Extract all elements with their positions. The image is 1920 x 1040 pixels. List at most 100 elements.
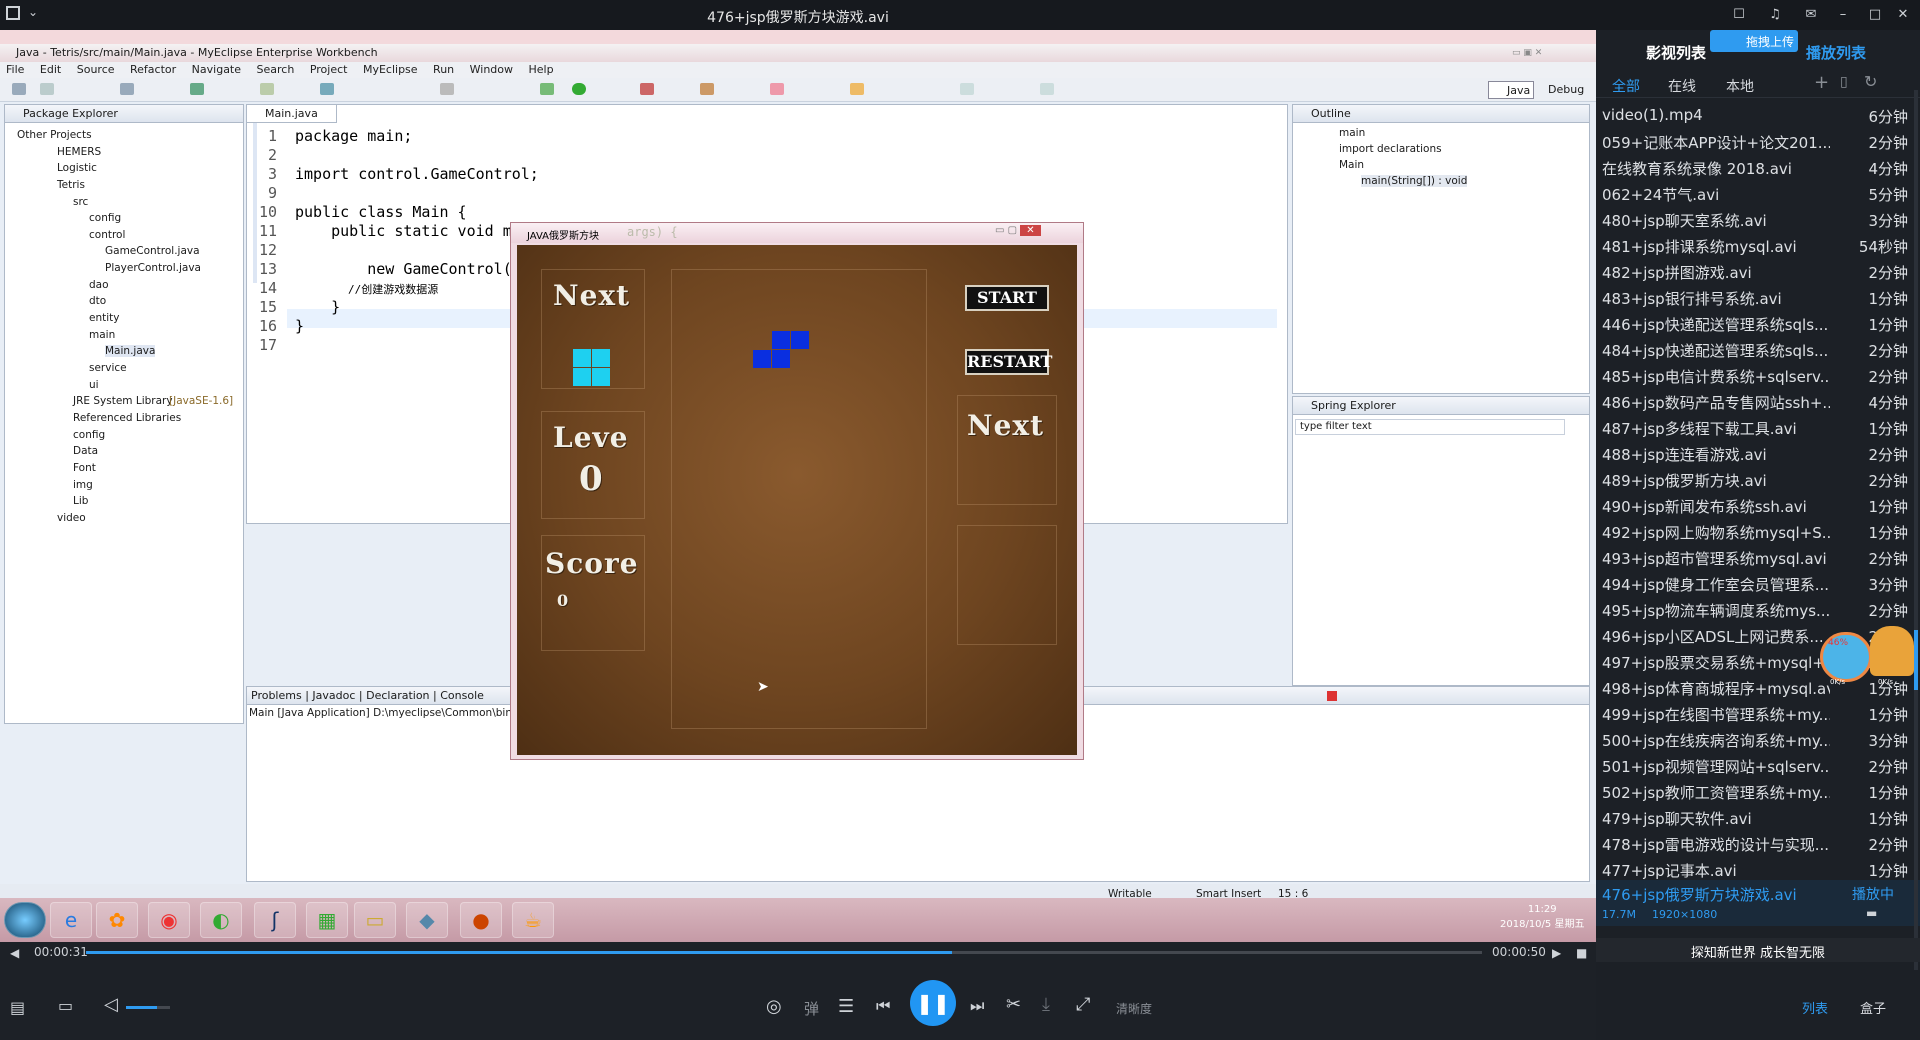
playlist-item[interactable]: 500+jsp在线疾病咨询系统+my... 3分钟 (1602, 726, 1908, 752)
bottom-tab-box[interactable]: 盒子 (1860, 998, 1886, 1017)
tree-item[interactable]: entity (89, 312, 119, 324)
chat-icon[interactable]: ☐ (1728, 4, 1750, 26)
bug-icon[interactable] (540, 83, 554, 95)
playlist-item[interactable]: 495+jsp物流车辆调度系统mys... 2分钟 (1602, 596, 1908, 622)
screenshot-icon[interactable]: ▤ (10, 998, 25, 1017)
tree-item[interactable]: Data (73, 445, 98, 457)
clarity-button[interactable]: 清晰度 (1116, 1000, 1152, 1017)
close-icon[interactable]: ✕ (1892, 4, 1914, 26)
run-icon[interactable] (572, 83, 586, 95)
tree-item[interactable]: Tetris (57, 179, 85, 191)
tree-item[interactable]: GameControl.java (105, 245, 200, 257)
tree-item[interactable]: main (89, 329, 115, 341)
tree-item[interactable]: config (73, 429, 105, 441)
rewind-icon[interactable]: ◀ (10, 946, 19, 960)
tree-item[interactable]: img (73, 479, 93, 491)
stop-icon[interactable]: ■ (1576, 946, 1587, 960)
app-icon[interactable]: ʃ (254, 902, 296, 938)
menu-edit[interactable]: Edit (40, 63, 61, 76)
spring-explorer-tab[interactable]: Spring Explorer (1293, 397, 1589, 415)
tree-item[interactable]: Font (73, 462, 96, 474)
tree-item[interactable]: src (73, 196, 88, 208)
eclipse-window-controls[interactable]: ▭ ▣ ✕ (1512, 48, 1582, 58)
scrollbar-thumb[interactable] (1914, 630, 1918, 690)
tab-javadoc[interactable]: Javadoc (312, 689, 355, 702)
playlist-scrollbar[interactable] (1914, 90, 1918, 970)
debug-icon[interactable] (190, 83, 204, 95)
playlist-item[interactable]: 479+jsp聊天软件.avi 1分钟 (1602, 804, 1908, 830)
tree-item[interactable]: control (89, 229, 125, 241)
nav-forward-icon[interactable] (1040, 83, 1054, 95)
app-icon[interactable]: ▦ (306, 902, 348, 938)
playlist-item[interactable]: 502+jsp教师工资管理系统+my... 1分钟 (1602, 778, 1908, 804)
pause-button[interactable]: ❚❚ (910, 980, 956, 1026)
menu-source[interactable]: Source (77, 63, 115, 76)
tree-item[interactable]: Referenced Libraries (73, 412, 181, 424)
task-icon[interactable] (770, 83, 784, 95)
perspective-java[interactable]: Java (1488, 81, 1534, 99)
menu-navigate[interactable]: Navigate (192, 63, 241, 76)
package-explorer-tab[interactable]: Package Explorer (5, 105, 243, 123)
print-icon[interactable] (120, 83, 134, 95)
upload-button[interactable]: 拖拽上传 (1710, 30, 1798, 52)
fullscreen-icon[interactable]: ⤢ (1076, 994, 1090, 1015)
playlist-item[interactable]: 480+jsp聊天室系统.avi 3分钟 (1602, 206, 1908, 232)
menu-search[interactable]: Search (257, 63, 295, 76)
bell-icon[interactable]: ♫ (1764, 4, 1786, 26)
app-icon[interactable]: ◆ (406, 902, 448, 938)
tree-item[interactable]: config (89, 212, 121, 224)
progress-track[interactable] (86, 951, 1482, 954)
outline-item[interactable]: import declarations (1339, 143, 1442, 155)
tree-item[interactable]: Lib (73, 495, 88, 507)
playlist-item[interactable]: 499+jsp在线图书管理系统+my... 1分钟 (1602, 700, 1908, 726)
download-icon[interactable]: ⤓ (1042, 994, 1050, 1015)
editor-tab-main-java[interactable]: Main.java (247, 105, 337, 123)
folder-icon[interactable]: ▭ (354, 902, 396, 938)
tree-item[interactable]: PlayerControl.java (105, 262, 201, 274)
playlist-item[interactable]: 481+jsp排课系统mysql.avi 54秒钟 (1602, 232, 1908, 258)
start-button[interactable]: START (965, 285, 1049, 311)
chrome-icon[interactable]: ◉ (148, 902, 190, 938)
forward-icon[interactable]: ▶ (1552, 946, 1561, 960)
playlist-item[interactable]: 062+24节气.avi 5分钟 (1602, 180, 1908, 206)
tree-item-selected[interactable]: Main.java (105, 345, 156, 357)
restart-button[interactable]: RESTART (965, 349, 1052, 375)
playlist-item[interactable]: 477+jsp记事本.avi 1分钟 (1602, 856, 1908, 882)
nav-back-icon[interactable] (960, 83, 974, 95)
playlist-item[interactable]: 493+jsp超市管理系统mysql.avi 2分钟 (1602, 544, 1908, 570)
menu-myeclipse[interactable]: MyEclipse (363, 63, 418, 76)
perspective-debug[interactable]: Debug (1548, 83, 1584, 96)
tab-console[interactable]: Console (440, 689, 484, 702)
tree-item[interactable]: dao (89, 279, 109, 291)
server-icon[interactable] (260, 83, 274, 95)
outline-item[interactable]: main(String[]) : void (1361, 175, 1468, 187)
playlist-item[interactable]: 484+jsp快递配送管理系统sqls... 2分钟 (1602, 336, 1908, 362)
app-icon[interactable]: ◐ (200, 902, 242, 938)
playlist-item[interactable]: 488+jsp连连看游戏.avi 2分钟 (1602, 440, 1908, 466)
bottom-tab-list[interactable]: 列表 (1802, 998, 1828, 1017)
tree-item[interactable]: dto (89, 295, 106, 307)
tab-problems[interactable]: Problems (251, 689, 302, 702)
terminate-icon[interactable] (1327, 691, 1337, 701)
app-icon[interactable]: ● (460, 902, 502, 938)
playlist-item[interactable]: 494+jsp健身工作室会员管理系... 3分钟 (1602, 570, 1908, 596)
tetris-game-window[interactable]: JAVA俄罗斯方块 args) { ▭ ▢ ✕ Next Leve 0 Scor… (510, 222, 1084, 760)
package-icon[interactable] (700, 83, 714, 95)
external-tools-icon[interactable] (640, 83, 654, 95)
playlist-item[interactable]: 489+jsp俄罗斯方块.avi 2分钟 (1602, 466, 1908, 492)
maximize-icon[interactable]: □ (1864, 4, 1886, 26)
eye-icon[interactable]: ◎ (766, 996, 782, 1017)
game-board[interactable]: Next Leve 0 Score 0 START RESTART Next ➤ (517, 245, 1077, 755)
playlist-item[interactable]: 在线教育系统录像 2018.avi 4分钟 (1602, 154, 1908, 180)
tree-item[interactable]: video (57, 512, 86, 524)
current-item[interactable]: 476+jsp俄罗斯方块游戏.avi 播放中 17.7M 1920×1080 ▬ (1596, 880, 1920, 926)
playlist-item[interactable]: 492+jsp网上购物系统mysql+S... 1分钟 (1602, 518, 1908, 544)
java-icon[interactable]: ☕ (512, 902, 554, 938)
playlist-item[interactable]: video(1).mp4 6分钟 (1602, 102, 1908, 128)
save-icon[interactable] (40, 83, 54, 95)
equalizer-icon[interactable]: ☰ (838, 996, 854, 1017)
app-icon[interactable]: ✿ (96, 902, 138, 938)
volume-slider[interactable] (126, 1006, 170, 1009)
new-icon[interactable] (12, 83, 26, 95)
playlist-item[interactable]: 483+jsp银行排号系统.avi 1分钟 (1602, 284, 1908, 310)
